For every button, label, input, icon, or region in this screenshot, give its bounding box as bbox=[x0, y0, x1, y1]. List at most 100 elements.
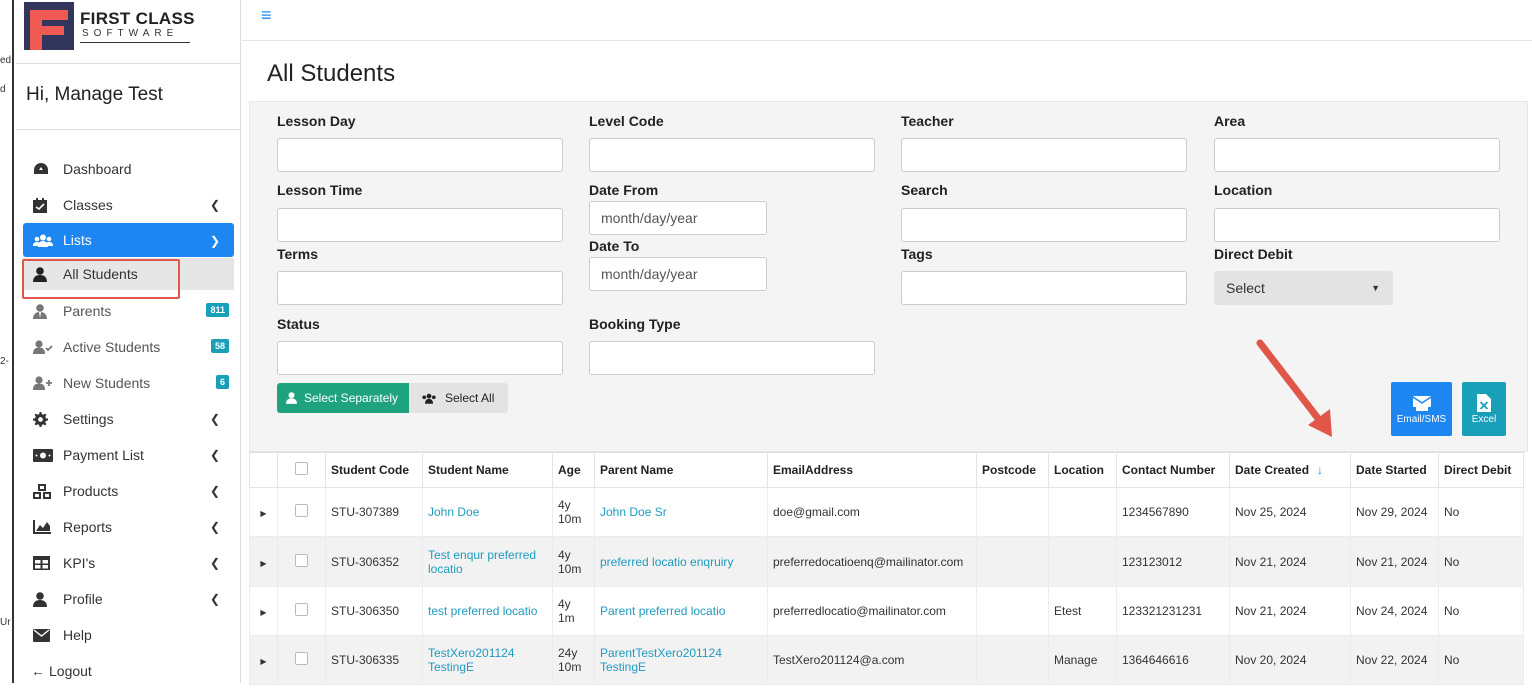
sidebar-item-products[interactable]: Products ❮ bbox=[23, 473, 234, 509]
sidebar-item-reports[interactable]: Reports ❮ bbox=[23, 509, 234, 545]
parent-name-link[interactable]: ParentTestXero201124 bbox=[600, 646, 762, 660]
area-input[interactable] bbox=[1214, 138, 1500, 172]
student-name-link[interactable]: John Doe bbox=[428, 505, 479, 519]
money-icon bbox=[33, 448, 63, 462]
sidebar-item-active-students[interactable]: Active Students 58 bbox=[23, 329, 234, 365]
parent-name-link[interactable]: John Doe Sr bbox=[600, 505, 667, 519]
sidebar-item-dashboard[interactable]: Dashboard bbox=[23, 151, 234, 187]
top-navbar: ≡ bbox=[242, 0, 1532, 41]
lesson-day-input[interactable] bbox=[277, 138, 563, 172]
date-created-column-header[interactable]: Date Created ↓ bbox=[1229, 452, 1351, 488]
direct-debit-select[interactable]: Select ▼ bbox=[1214, 271, 1393, 305]
select-all-checkbox-header[interactable] bbox=[277, 452, 326, 488]
row-checkbox[interactable] bbox=[295, 553, 308, 567]
parent-name-link[interactable]: preferred locatio enqruiry bbox=[600, 555, 733, 569]
student-code-cell: STU-306335 bbox=[325, 635, 423, 685]
table-row[interactable]: ▶ STU-307389 John Doe 4y 10m John Doe Sr … bbox=[249, 487, 1524, 537]
lesson-time-input[interactable] bbox=[277, 208, 563, 242]
direct-debit-cell: No bbox=[1438, 635, 1524, 685]
sidebar-item-help[interactable]: Help bbox=[23, 617, 234, 653]
user-greeting: Hi, Manage Test bbox=[16, 64, 240, 130]
tags-input[interactable] bbox=[901, 271, 1187, 305]
column-header[interactable]: Age bbox=[552, 452, 595, 488]
column-header[interactable]: Parent Name bbox=[594, 452, 768, 488]
sidebar-item-classes[interactable]: Classes ❮ bbox=[23, 187, 234, 223]
sidebar-item-settings[interactable]: Settings ❮ bbox=[23, 401, 234, 437]
date-to-input[interactable]: month/day/year bbox=[589, 257, 767, 291]
expand-row-icon[interactable]: ▶ bbox=[260, 559, 266, 568]
booking-type-input[interactable] bbox=[589, 341, 875, 375]
sidebar-item-parents[interactable]: Parents 811 bbox=[23, 293, 234, 329]
table-row[interactable]: ▶ STU-306350 test preferred locatio 4y 1m… bbox=[249, 586, 1524, 636]
count-badge: 811 bbox=[206, 303, 229, 317]
sidebar-item-profile[interactable]: Profile ❮ bbox=[23, 581, 234, 617]
terms-input[interactable] bbox=[277, 271, 563, 305]
age-months: 1m bbox=[558, 611, 575, 625]
sidebar-item-label: Parents bbox=[63, 303, 112, 319]
lesson-day-label: Lesson Day bbox=[277, 113, 356, 129]
brand-logo[interactable]: FIRST CLASS SOFTWARE bbox=[16, 0, 240, 64]
sidebar-item-kpis[interactable]: KPI's ❮ bbox=[23, 545, 234, 581]
brand-divider bbox=[80, 42, 190, 43]
strip-text: ed bbox=[0, 55, 12, 66]
date-from-input[interactable]: month/day/year bbox=[589, 201, 767, 235]
column-header[interactable]: Student Code bbox=[325, 452, 423, 488]
row-checkbox[interactable] bbox=[295, 603, 308, 616]
column-header[interactable]: Location bbox=[1048, 452, 1117, 488]
sidebar-item-payment-list[interactable]: Payment List ❮ bbox=[23, 437, 234, 473]
chevron-left-icon: ❮ bbox=[209, 520, 220, 534]
table-header-row: Student Code Student Name Age Parent Nam… bbox=[249, 452, 1524, 488]
sidebar-item-all-students[interactable]: All Students bbox=[23, 258, 234, 290]
excel-label: Excel bbox=[1471, 413, 1497, 425]
student-name-link-line2[interactable]: TestingE bbox=[428, 660, 547, 674]
parent-name-link-line2[interactable]: TestingE bbox=[600, 660, 762, 674]
status-input[interactable] bbox=[277, 341, 563, 375]
parent-name-link[interactable]: Parent preferred locatio bbox=[600, 604, 725, 618]
student-name-link-line2[interactable]: locatio bbox=[428, 562, 547, 576]
column-header[interactable]: Contact Number bbox=[1116, 452, 1230, 488]
user-check-icon bbox=[33, 340, 63, 354]
sidebar-item-lists[interactable]: Lists ❯ bbox=[23, 223, 234, 257]
table-row[interactable]: ▶ STU-306335 TestXero201124 TestingE 24y 1… bbox=[249, 635, 1524, 685]
row-checkbox[interactable] bbox=[295, 652, 308, 665]
email-sms-label: Email/SMS bbox=[1396, 413, 1447, 425]
table-row[interactable]: ▶ STU-306352 Test enqur preferred locatio… bbox=[249, 536, 1524, 587]
expand-row-icon[interactable]: ▶ bbox=[260, 509, 266, 518]
column-header[interactable]: Direct Debit bbox=[1438, 452, 1524, 488]
email-cell: preferredlocatio@mailinator.com bbox=[767, 586, 977, 636]
row-checkbox[interactable] bbox=[295, 504, 308, 517]
student-code-cell: STU-306352 bbox=[325, 536, 423, 587]
student-name-link[interactable]: test preferred locatio bbox=[428, 604, 537, 618]
sidebar-item-new-students[interactable]: New Students 6 bbox=[23, 365, 234, 401]
chevron-left-icon: ❮ bbox=[209, 592, 220, 606]
email-sms-button[interactable]: Email/SMS bbox=[1391, 382, 1452, 436]
gear-icon bbox=[33, 411, 63, 427]
date-started-cell: Nov 29, 2024 bbox=[1350, 487, 1439, 537]
expand-row-icon[interactable]: ▶ bbox=[260, 657, 266, 666]
strip-text: d bbox=[0, 84, 6, 95]
chevron-left-icon: ❮ bbox=[209, 448, 220, 462]
location-input[interactable] bbox=[1214, 208, 1500, 242]
teacher-input[interactable] bbox=[901, 138, 1187, 172]
search-input[interactable] bbox=[901, 208, 1187, 242]
select-separately-button[interactable]: Select Separately bbox=[277, 383, 409, 413]
email-sms-icon bbox=[1412, 395, 1431, 411]
expand-row-icon[interactable]: ▶ bbox=[260, 608, 266, 617]
student-name-link[interactable]: TestXero201124 bbox=[428, 646, 547, 660]
student-name-link[interactable]: Test enqur preferred bbox=[428, 548, 547, 562]
column-header-label: Date Created bbox=[1235, 463, 1310, 477]
column-header[interactable]: Date Started bbox=[1350, 452, 1439, 488]
background-window-strip: ed d 2- Ur bbox=[0, 0, 14, 683]
column-header[interactable]: Postcode bbox=[976, 452, 1049, 488]
select-all-button[interactable]: Select All bbox=[409, 383, 508, 413]
level-code-input[interactable] bbox=[589, 138, 875, 172]
hamburger-menu-icon[interactable]: ≡ bbox=[261, 5, 272, 26]
checkbox[interactable] bbox=[295, 462, 308, 475]
excel-export-button[interactable]: Excel bbox=[1462, 382, 1506, 436]
age-years: 4y bbox=[558, 597, 571, 611]
column-header[interactable]: Student Name bbox=[422, 452, 553, 488]
column-header[interactable]: EmailAddress bbox=[767, 452, 977, 488]
calendar-check-icon bbox=[33, 197, 63, 213]
sidebar-item-logout[interactable]: ← Logout bbox=[23, 653, 234, 689]
arrow-left-icon: ← bbox=[31, 663, 45, 679]
